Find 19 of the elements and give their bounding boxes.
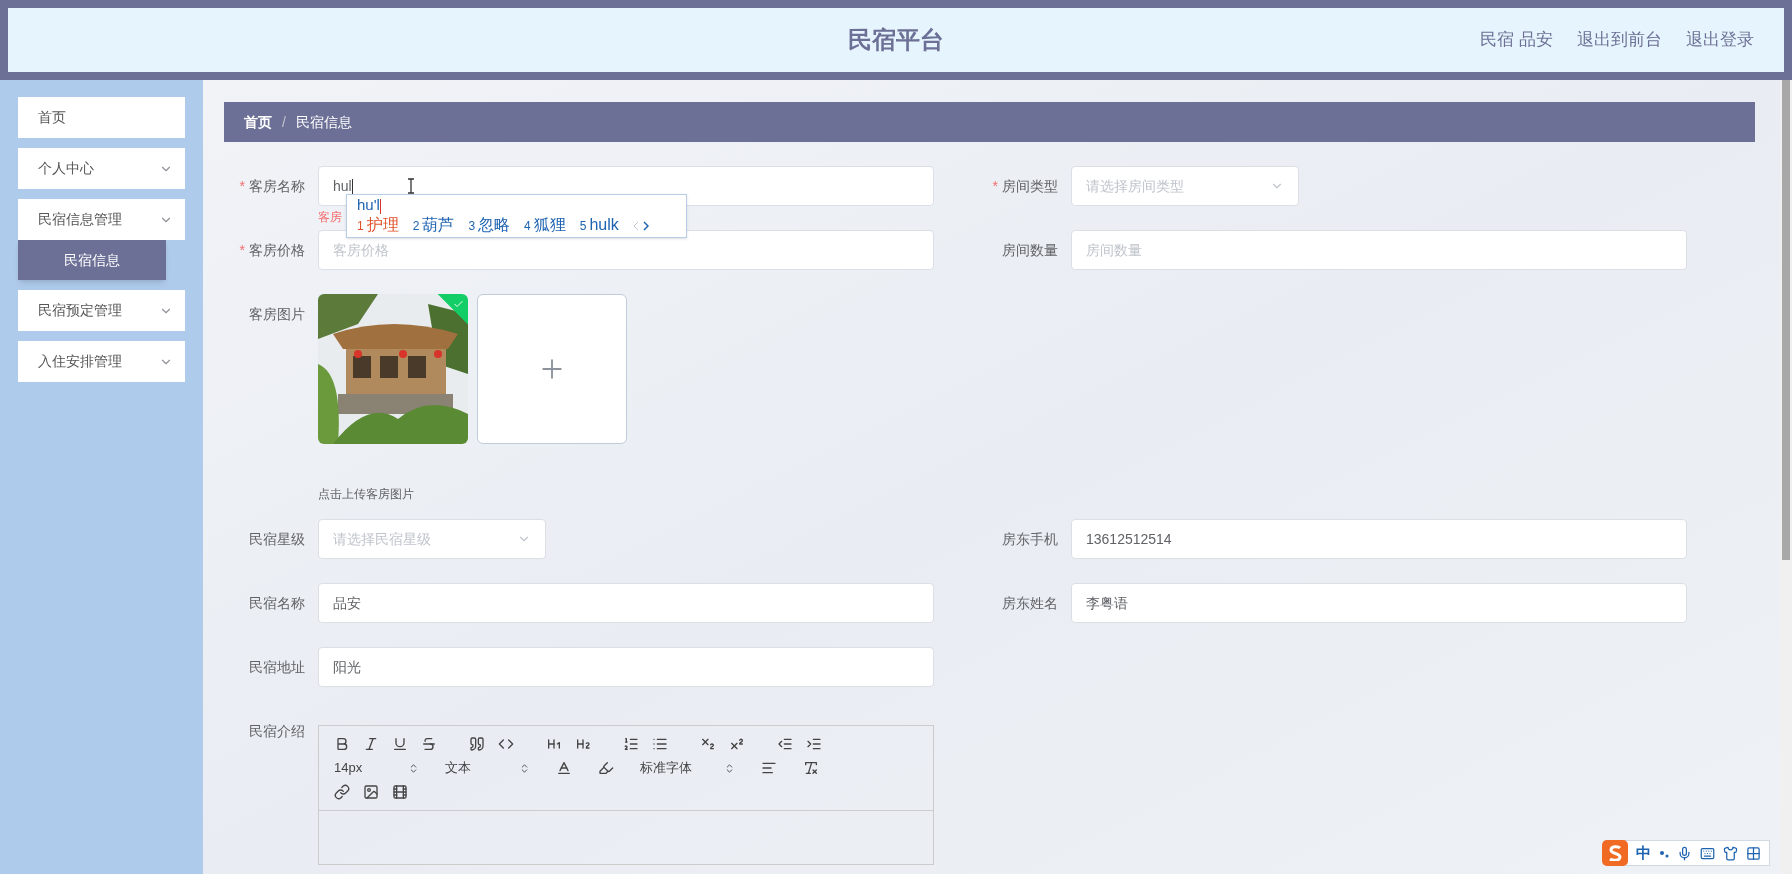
field-label: 房东姓名: [1002, 593, 1058, 613]
field-label: 民宿地址: [249, 657, 305, 677]
upload-hint: 点击上传客房图片: [318, 486, 414, 503]
field-label: 客房名称: [249, 176, 305, 196]
field-label: 民宿介绍: [249, 721, 305, 741]
breadcrumb-separator: /: [282, 112, 286, 132]
error-text: 客房: [318, 209, 342, 226]
field-label: 房间类型: [1002, 176, 1058, 196]
user-label: 民宿 品安: [1480, 29, 1553, 52]
field-label: 民宿名称: [249, 593, 305, 613]
field-label: 房间数量: [1002, 240, 1058, 260]
site-title: 民宿平台: [848, 25, 944, 55]
required-mark: *: [239, 176, 245, 196]
required-mark: *: [239, 240, 245, 260]
field-label: 客房价格: [249, 240, 305, 260]
field-label: 客房图片: [249, 304, 305, 324]
field-label: 房东手机: [1002, 529, 1058, 549]
required-mark: *: [992, 176, 998, 196]
field-label: 民宿星级: [249, 529, 305, 549]
